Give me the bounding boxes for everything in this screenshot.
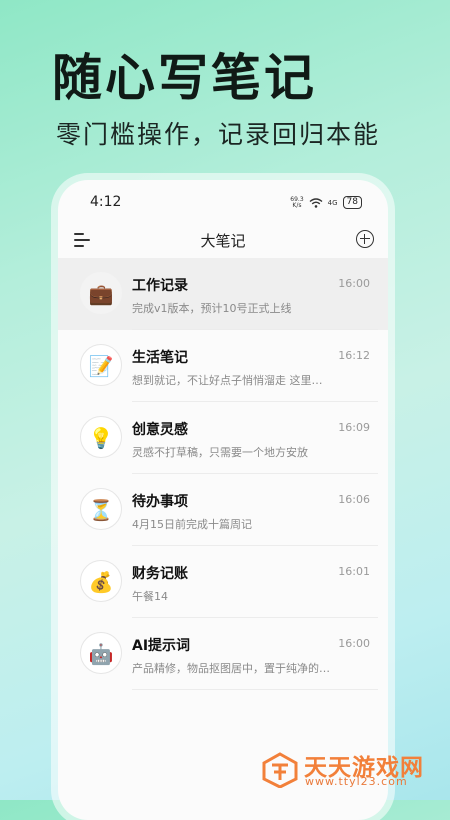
note-preview: 产品精修，物品抠图居中，置于纯净的白色… [132,662,332,675]
note-time: 16:00 [338,637,370,650]
watermark-logo [262,752,298,788]
note-title: 财务记账 [132,566,188,582]
note-preview: 想到就记，不让好点子悄悄溜走 这里存放… [132,374,332,387]
note-preview: 灵感不打草稿，只需要一个地方安放 [132,446,308,459]
note-title: AI提示词 [132,638,191,654]
status-time: 4:12 [90,194,122,210]
subheadline: 零门槛操作，记录回归本能 [56,120,381,149]
note-item[interactable]: 💡 创意灵感灵感不打草稿，只需要一个地方安放 16:09 [58,402,388,474]
lightbulb-icon: 💡 [80,416,122,458]
note-title: 工作记录 [132,278,188,294]
note-preview: 午餐14 [132,590,168,603]
briefcase-icon: 💼 [80,272,122,314]
app-title: 大笔记 [200,232,246,250]
status-indicators: 69.3 K/s 4G 78 [290,196,362,209]
battery-icon: 78 [342,196,362,209]
note-list: 💼 工作记录完成v1版本，预计10号正式上线 16:00 📝 生活笔记想到就记，不让好点… [58,258,388,690]
hourglass-icon: ⏳ [80,488,122,530]
divider [132,689,378,690]
note-preview: 完成v1版本，预计10号正式上线 [132,302,292,315]
watermark-url: www.ttyl23.com [305,775,408,788]
note-title: 生活笔记 [132,350,188,366]
network-speed-unit: K/s [292,201,302,209]
plus-circle-icon[interactable] [356,230,374,248]
note-item[interactable]: 📝 生活笔记想到就记，不让好点子悄悄溜走 这里存放… 16:12 [58,330,388,402]
phone-mockup: 4:12 69.3 K/s 4G 78 大笔记 💼 工作记录完成v1版本，预计10… [58,180,388,820]
memo-icon: 📝 [80,344,122,386]
cellular-signal-icon: 4G [327,198,338,207]
note-time: 16:12 [338,349,370,362]
status-bar: 4:12 69.3 K/s 4G 78 [58,194,388,216]
note-time: 16:01 [338,565,370,578]
battery-level: 78 [346,197,358,207]
network-speed: 69.3 K/s [290,196,303,209]
note-item[interactable]: ⏳ 待办事项 4月15日前完成十篇周记 16:06 [58,474,388,546]
note-preview: 4月15日前完成十篇周记 [132,518,252,531]
note-title: 待办事项 [132,494,188,510]
note-time: 16:00 [338,277,370,290]
headline: 随心写笔记 [52,49,317,107]
money-bag-icon: 💰 [80,560,122,602]
note-item[interactable]: 🤖 AI提示词产品精修，物品抠图居中，置于纯净的白色… 16:00 [58,618,388,690]
note-time: 16:06 [338,493,370,506]
watermark: 天天游戏网 www.ttyl23.com [262,748,447,792]
robot-icon: 🤖 [80,632,122,674]
app-bar: 大笔记 [58,226,388,256]
note-item[interactable]: 💰 财务记账午餐14 16:01 [58,546,388,618]
note-title: 创意灵感 [132,422,188,438]
note-time: 16:09 [338,421,370,434]
note-item[interactable]: 💼 工作记录完成v1版本，预计10号正式上线 16:00 [58,258,388,330]
wifi-icon [309,197,323,208]
